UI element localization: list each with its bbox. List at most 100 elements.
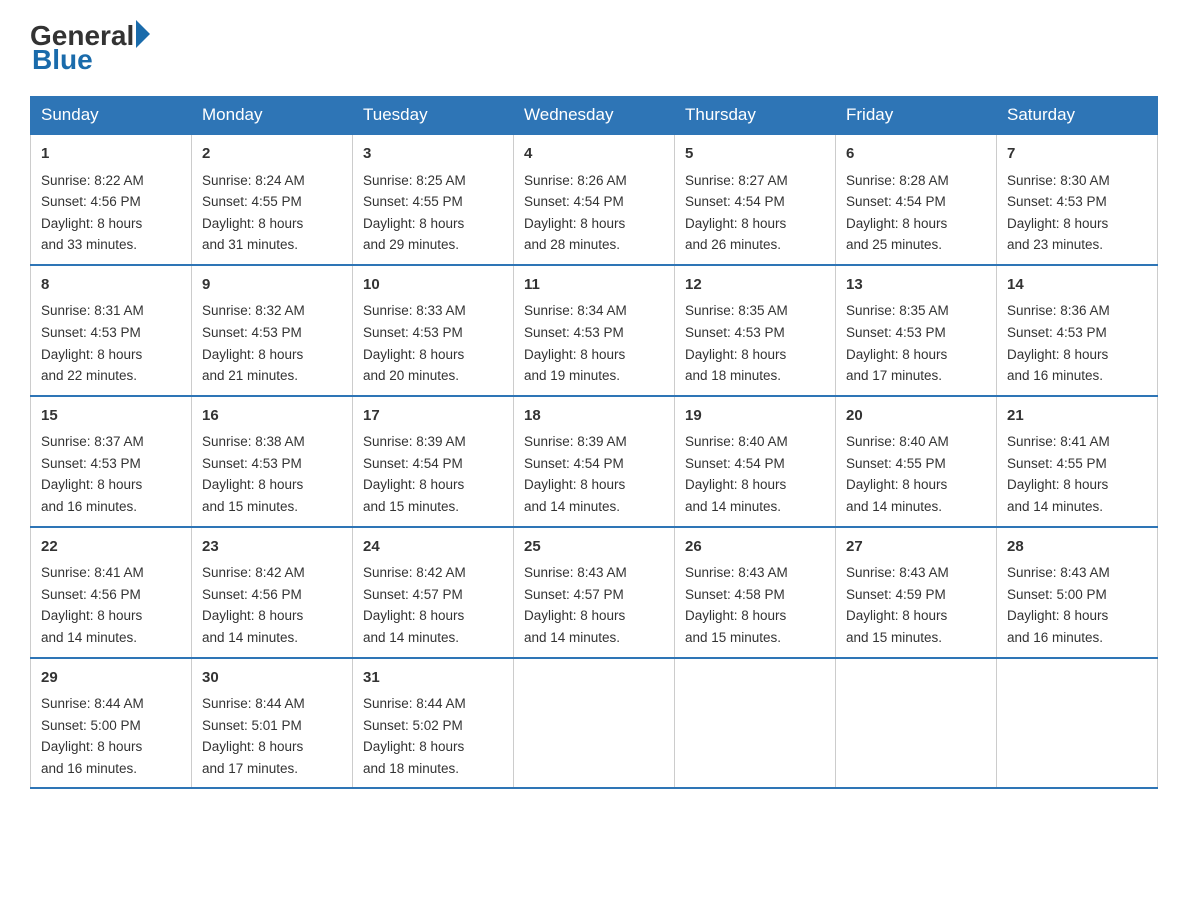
calendar-cell: 28 Sunrise: 8:43 AM Sunset: 5:00 PM Dayl…	[997, 527, 1158, 658]
column-header-sunday: Sunday	[31, 97, 192, 135]
calendar-cell: 4 Sunrise: 8:26 AM Sunset: 4:54 PM Dayli…	[514, 134, 675, 265]
day-info: Sunrise: 8:24 AM Sunset: 4:55 PM Dayligh…	[202, 173, 305, 253]
day-number: 2	[202, 143, 342, 166]
calendar-cell: 25 Sunrise: 8:43 AM Sunset: 4:57 PM Dayl…	[514, 527, 675, 658]
calendar-table: SundayMondayTuesdayWednesdayThursdayFrid…	[30, 96, 1158, 789]
day-info: Sunrise: 8:32 AM Sunset: 4:53 PM Dayligh…	[202, 303, 305, 383]
day-info: Sunrise: 8:38 AM Sunset: 4:53 PM Dayligh…	[202, 434, 305, 514]
day-number: 9	[202, 274, 342, 297]
column-header-friday: Friday	[836, 97, 997, 135]
day-number: 22	[41, 536, 181, 559]
calendar-cell: 16 Sunrise: 8:38 AM Sunset: 4:53 PM Dayl…	[192, 396, 353, 527]
day-info: Sunrise: 8:43 AM Sunset: 5:00 PM Dayligh…	[1007, 565, 1110, 645]
day-number: 15	[41, 405, 181, 428]
day-number: 5	[685, 143, 825, 166]
day-number: 27	[846, 536, 986, 559]
day-number: 17	[363, 405, 503, 428]
day-info: Sunrise: 8:22 AM Sunset: 4:56 PM Dayligh…	[41, 173, 144, 253]
calendar-cell: 14 Sunrise: 8:36 AM Sunset: 4:53 PM Dayl…	[997, 265, 1158, 396]
day-number: 21	[1007, 405, 1147, 428]
day-info: Sunrise: 8:43 AM Sunset: 4:57 PM Dayligh…	[524, 565, 627, 645]
calendar-cell: 20 Sunrise: 8:40 AM Sunset: 4:55 PM Dayl…	[836, 396, 997, 527]
calendar-cell: 1 Sunrise: 8:22 AM Sunset: 4:56 PM Dayli…	[31, 134, 192, 265]
day-info: Sunrise: 8:41 AM Sunset: 4:55 PM Dayligh…	[1007, 434, 1110, 514]
day-number: 24	[363, 536, 503, 559]
calendar-cell: 15 Sunrise: 8:37 AM Sunset: 4:53 PM Dayl…	[31, 396, 192, 527]
calendar-cell	[675, 658, 836, 789]
day-number: 26	[685, 536, 825, 559]
day-number: 11	[524, 274, 664, 297]
calendar-cell: 19 Sunrise: 8:40 AM Sunset: 4:54 PM Dayl…	[675, 396, 836, 527]
calendar-cell: 13 Sunrise: 8:35 AM Sunset: 4:53 PM Dayl…	[836, 265, 997, 396]
day-info: Sunrise: 8:40 AM Sunset: 4:55 PM Dayligh…	[846, 434, 949, 514]
day-info: Sunrise: 8:42 AM Sunset: 4:56 PM Dayligh…	[202, 565, 305, 645]
calendar-cell: 26 Sunrise: 8:43 AM Sunset: 4:58 PM Dayl…	[675, 527, 836, 658]
day-info: Sunrise: 8:35 AM Sunset: 4:53 PM Dayligh…	[846, 303, 949, 383]
day-number: 14	[1007, 274, 1147, 297]
day-number: 19	[685, 405, 825, 428]
calendar-cell: 9 Sunrise: 8:32 AM Sunset: 4:53 PM Dayli…	[192, 265, 353, 396]
day-info: Sunrise: 8:35 AM Sunset: 4:53 PM Dayligh…	[685, 303, 788, 383]
day-number: 1	[41, 143, 181, 166]
day-number: 28	[1007, 536, 1147, 559]
day-info: Sunrise: 8:27 AM Sunset: 4:54 PM Dayligh…	[685, 173, 788, 253]
day-info: Sunrise: 8:42 AM Sunset: 4:57 PM Dayligh…	[363, 565, 466, 645]
calendar-cell: 17 Sunrise: 8:39 AM Sunset: 4:54 PM Dayl…	[353, 396, 514, 527]
calendar-cell	[997, 658, 1158, 789]
day-info: Sunrise: 8:40 AM Sunset: 4:54 PM Dayligh…	[685, 434, 788, 514]
column-header-saturday: Saturday	[997, 97, 1158, 135]
calendar-cell: 27 Sunrise: 8:43 AM Sunset: 4:59 PM Dayl…	[836, 527, 997, 658]
day-info: Sunrise: 8:30 AM Sunset: 4:53 PM Dayligh…	[1007, 173, 1110, 253]
day-info: Sunrise: 8:44 AM Sunset: 5:02 PM Dayligh…	[363, 696, 466, 776]
calendar-cell: 29 Sunrise: 8:44 AM Sunset: 5:00 PM Dayl…	[31, 658, 192, 789]
day-info: Sunrise: 8:39 AM Sunset: 4:54 PM Dayligh…	[524, 434, 627, 514]
calendar-week-row: 1 Sunrise: 8:22 AM Sunset: 4:56 PM Dayli…	[31, 134, 1158, 265]
column-header-monday: Monday	[192, 97, 353, 135]
page-header: General Blue	[30, 20, 1158, 76]
calendar-cell: 5 Sunrise: 8:27 AM Sunset: 4:54 PM Dayli…	[675, 134, 836, 265]
day-info: Sunrise: 8:43 AM Sunset: 4:59 PM Dayligh…	[846, 565, 949, 645]
calendar-cell	[836, 658, 997, 789]
day-number: 12	[685, 274, 825, 297]
day-number: 7	[1007, 143, 1147, 166]
day-number: 16	[202, 405, 342, 428]
day-number: 30	[202, 667, 342, 690]
day-info: Sunrise: 8:43 AM Sunset: 4:58 PM Dayligh…	[685, 565, 788, 645]
day-info: Sunrise: 8:28 AM Sunset: 4:54 PM Dayligh…	[846, 173, 949, 253]
column-header-tuesday: Tuesday	[353, 97, 514, 135]
column-header-wednesday: Wednesday	[514, 97, 675, 135]
day-info: Sunrise: 8:44 AM Sunset: 5:00 PM Dayligh…	[41, 696, 144, 776]
day-info: Sunrise: 8:25 AM Sunset: 4:55 PM Dayligh…	[363, 173, 466, 253]
calendar-cell	[514, 658, 675, 789]
day-info: Sunrise: 8:31 AM Sunset: 4:53 PM Dayligh…	[41, 303, 144, 383]
calendar-week-row: 15 Sunrise: 8:37 AM Sunset: 4:53 PM Dayl…	[31, 396, 1158, 527]
day-info: Sunrise: 8:36 AM Sunset: 4:53 PM Dayligh…	[1007, 303, 1110, 383]
calendar-cell: 22 Sunrise: 8:41 AM Sunset: 4:56 PM Dayl…	[31, 527, 192, 658]
logo-blue-text: Blue	[32, 44, 93, 76]
day-info: Sunrise: 8:26 AM Sunset: 4:54 PM Dayligh…	[524, 173, 627, 253]
day-number: 20	[846, 405, 986, 428]
calendar-cell: 24 Sunrise: 8:42 AM Sunset: 4:57 PM Dayl…	[353, 527, 514, 658]
day-number: 31	[363, 667, 503, 690]
day-number: 18	[524, 405, 664, 428]
day-number: 8	[41, 274, 181, 297]
calendar-cell: 7 Sunrise: 8:30 AM Sunset: 4:53 PM Dayli…	[997, 134, 1158, 265]
logo: General Blue	[30, 20, 150, 76]
day-number: 6	[846, 143, 986, 166]
calendar-cell: 21 Sunrise: 8:41 AM Sunset: 4:55 PM Dayl…	[997, 396, 1158, 527]
calendar-week-row: 29 Sunrise: 8:44 AM Sunset: 5:00 PM Dayl…	[31, 658, 1158, 789]
calendar-cell: 31 Sunrise: 8:44 AM Sunset: 5:02 PM Dayl…	[353, 658, 514, 789]
day-number: 13	[846, 274, 986, 297]
day-info: Sunrise: 8:44 AM Sunset: 5:01 PM Dayligh…	[202, 696, 305, 776]
calendar-cell: 2 Sunrise: 8:24 AM Sunset: 4:55 PM Dayli…	[192, 134, 353, 265]
column-header-thursday: Thursday	[675, 97, 836, 135]
calendar-cell: 12 Sunrise: 8:35 AM Sunset: 4:53 PM Dayl…	[675, 265, 836, 396]
day-info: Sunrise: 8:41 AM Sunset: 4:56 PM Dayligh…	[41, 565, 144, 645]
calendar-cell: 18 Sunrise: 8:39 AM Sunset: 4:54 PM Dayl…	[514, 396, 675, 527]
day-number: 4	[524, 143, 664, 166]
day-info: Sunrise: 8:34 AM Sunset: 4:53 PM Dayligh…	[524, 303, 627, 383]
calendar-week-row: 22 Sunrise: 8:41 AM Sunset: 4:56 PM Dayl…	[31, 527, 1158, 658]
calendar-cell: 8 Sunrise: 8:31 AM Sunset: 4:53 PM Dayli…	[31, 265, 192, 396]
calendar-cell: 6 Sunrise: 8:28 AM Sunset: 4:54 PM Dayli…	[836, 134, 997, 265]
calendar-week-row: 8 Sunrise: 8:31 AM Sunset: 4:53 PM Dayli…	[31, 265, 1158, 396]
